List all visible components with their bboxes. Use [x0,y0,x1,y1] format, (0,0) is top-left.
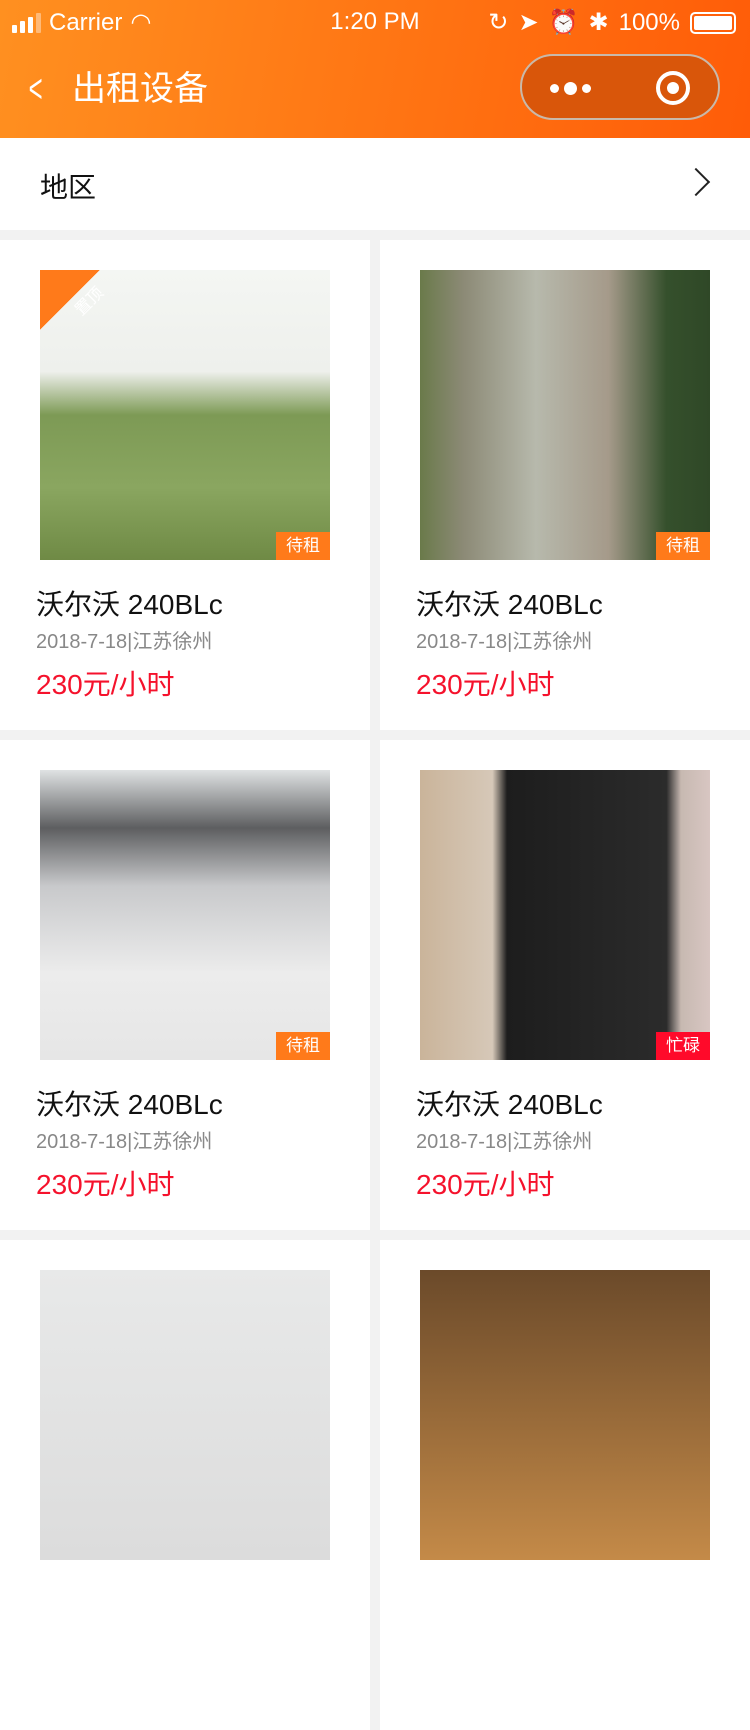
product-card[interactable] [0,1240,370,1730]
location-icon: ➤ [518,9,539,36]
alarm-icon: ⏰ [548,9,579,36]
region-label: 地区 [40,172,97,203]
product-name: 沃尔沃 240BLc [36,589,223,620]
product-name: 沃尔沃 240BLc [416,1089,603,1120]
product-image: 忙碌 [420,770,710,1060]
status-badge: 待租 [276,532,330,560]
status-badge: 忙碌 [656,1032,710,1060]
product-name: 沃尔沃 240BLc [36,1089,223,1120]
product-price: 230元/小时 [416,669,555,700]
status-bar: Carrier ◠ 1:20 PM ↻ ➤ ⏰ ✱ 100% [0,8,750,38]
product-price: 230元/小时 [416,1169,555,1200]
chevron-right-icon [681,167,711,197]
product-image: 置顶待租 [40,270,330,560]
battery-percent: 100% [618,8,680,36]
product-price: 230元/小时 [36,669,175,700]
close-button[interactable] [656,71,690,105]
pinned-ribbon: 置顶 [40,270,130,360]
more-button[interactable] [550,82,591,95]
product-image [40,1270,330,1560]
pinned-label: 置顶 [72,284,108,320]
product-image: 待租 [40,770,330,1060]
product-image [420,1270,710,1560]
app-header: Carrier ◠ 1:20 PM ↻ ➤ ⏰ ✱ 100% < 出租设备 [0,0,750,138]
product-meta: 2018-7-18|江苏徐州 [36,631,213,653]
product-name: 沃尔沃 240BLc [416,589,603,620]
product-meta: 2018-7-18|江苏徐州 [36,1131,213,1153]
page-title: 出租设备 [72,70,208,108]
product-card[interactable] [380,1240,750,1730]
product-meta: 2018-7-18|江苏徐州 [416,1131,593,1153]
product-price: 230元/小时 [36,1169,175,1200]
rotation-lock-icon: ↻ [488,9,509,36]
product-card[interactable]: 置顶待租沃尔沃 240BLc 2018-7-18|江苏徐州 230元/小时 [0,240,370,730]
product-image: 待租 [420,270,710,560]
product-meta: 2018-7-18|江苏徐州 [416,631,593,653]
product-card[interactable]: 忙碌沃尔沃 240BLc 2018-7-18|江苏徐州 230元/小时 [380,740,750,1230]
back-button[interactable]: < [29,66,43,112]
battery-icon [690,11,736,34]
bluetooth-icon: ✱ [588,9,609,36]
product-card[interactable]: 待租沃尔沃 240BLc 2018-7-18|江苏徐州 230元/小时 [380,240,750,730]
status-badge: 待租 [276,1032,330,1060]
status-badge: 待租 [656,532,710,560]
mini-program-capsule [520,54,720,120]
product-card[interactable]: 待租沃尔沃 240BLc 2018-7-18|江苏徐州 230元/小时 [0,740,370,1230]
region-selector[interactable]: 地区 [0,138,750,230]
